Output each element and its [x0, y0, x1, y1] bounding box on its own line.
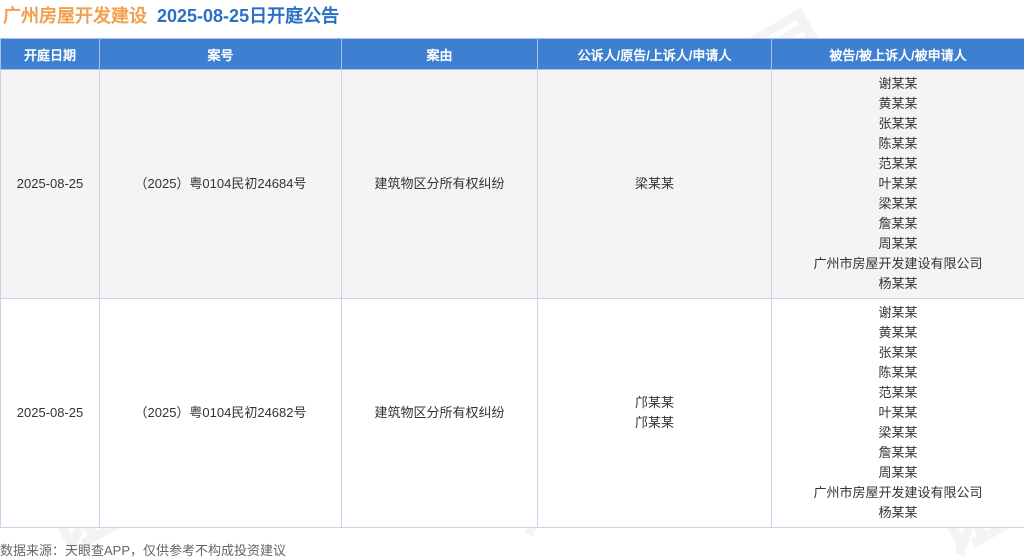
defendant-name: 陈某某 [772, 363, 1024, 383]
cell-plaintiffs: 梁某某 [538, 70, 772, 299]
defendant-name: 叶某某 [772, 174, 1024, 194]
defendant-name: 杨某某 [772, 503, 1024, 523]
defendant-name: 詹某某 [772, 443, 1024, 463]
plaintiff-name: 邝某某 [538, 393, 771, 413]
cell-cause: 建筑物区分所有权纠纷 [342, 299, 538, 528]
column-header-defendants: 被告/被上诉人/被申请人 [772, 39, 1024, 70]
page-title: 广州房屋开发建设 2025-08-25日开庭公告 [0, 0, 1024, 30]
defendant-name: 詹某某 [772, 214, 1024, 234]
hearing-table: 开庭日期 案号 案由 公诉人/原告/上诉人/申请人 被告/被上诉人/被申请人 2… [0, 38, 1024, 528]
table-row: 2025-08-25 （2025）粤0104民初24682号 建筑物区分所有权纠… [1, 299, 1024, 528]
data-source-note: 数据来源：天眼查APP，仅供参考不构成投资建议 [0, 540, 286, 559]
plaintiff-name: 邝某某 [538, 413, 771, 433]
defendant-name: 范某某 [772, 154, 1024, 174]
title-company: 广州房屋开发建设 [3, 2, 147, 28]
defendant-name: 黄某某 [772, 94, 1024, 114]
defendant-name: 谢某某 [772, 74, 1024, 94]
defendant-name: 广州市房屋开发建设有限公司 [772, 254, 1024, 274]
column-header-date: 开庭日期 [1, 39, 100, 70]
column-header-case-no: 案号 [100, 39, 342, 70]
defendant-name: 杨某某 [772, 274, 1024, 294]
cell-plaintiffs: 邝某某 邝某某 [538, 299, 772, 528]
defendant-name: 周某某 [772, 234, 1024, 254]
column-header-cause: 案由 [342, 39, 538, 70]
cell-date: 2025-08-25 [1, 299, 100, 528]
defendant-name: 谢某某 [772, 303, 1024, 323]
plaintiff-name: 梁某某 [538, 174, 771, 194]
defendant-name: 张某某 [772, 114, 1024, 134]
title-date: 2025-08-25日开庭公告 [157, 2, 339, 28]
defendant-name: 梁某某 [772, 194, 1024, 214]
column-header-plaintiffs: 公诉人/原告/上诉人/申请人 [538, 39, 772, 70]
table-header-row: 开庭日期 案号 案由 公诉人/原告/上诉人/申请人 被告/被上诉人/被申请人 [1, 39, 1024, 70]
defendant-name: 叶某某 [772, 403, 1024, 423]
defendant-name: 张某某 [772, 343, 1024, 363]
defendant-name: 广州市房屋开发建设有限公司 [772, 483, 1024, 503]
defendant-name: 范某某 [772, 383, 1024, 403]
table-row: 2025-08-25 （2025）粤0104民初24684号 建筑物区分所有权纠… [1, 70, 1024, 299]
cell-case-no: （2025）粤0104民初24684号 [100, 70, 342, 299]
cell-date: 2025-08-25 [1, 70, 100, 299]
cell-defendants: 谢某某 黄某某 张某某 陈某某 范某某 叶某某 梁某某 詹某某 周某某 广州市房… [772, 299, 1024, 528]
cell-cause: 建筑物区分所有权纠纷 [342, 70, 538, 299]
cell-case-no: （2025）粤0104民初24682号 [100, 299, 342, 528]
defendant-name: 梁某某 [772, 423, 1024, 443]
defendant-name: 周某某 [772, 463, 1024, 483]
defendant-name: 黄某某 [772, 323, 1024, 343]
defendant-name: 陈某某 [772, 134, 1024, 154]
cell-defendants: 谢某某 黄某某 张某某 陈某某 范某某 叶某某 梁某某 詹某某 周某某 广州市房… [772, 70, 1024, 299]
